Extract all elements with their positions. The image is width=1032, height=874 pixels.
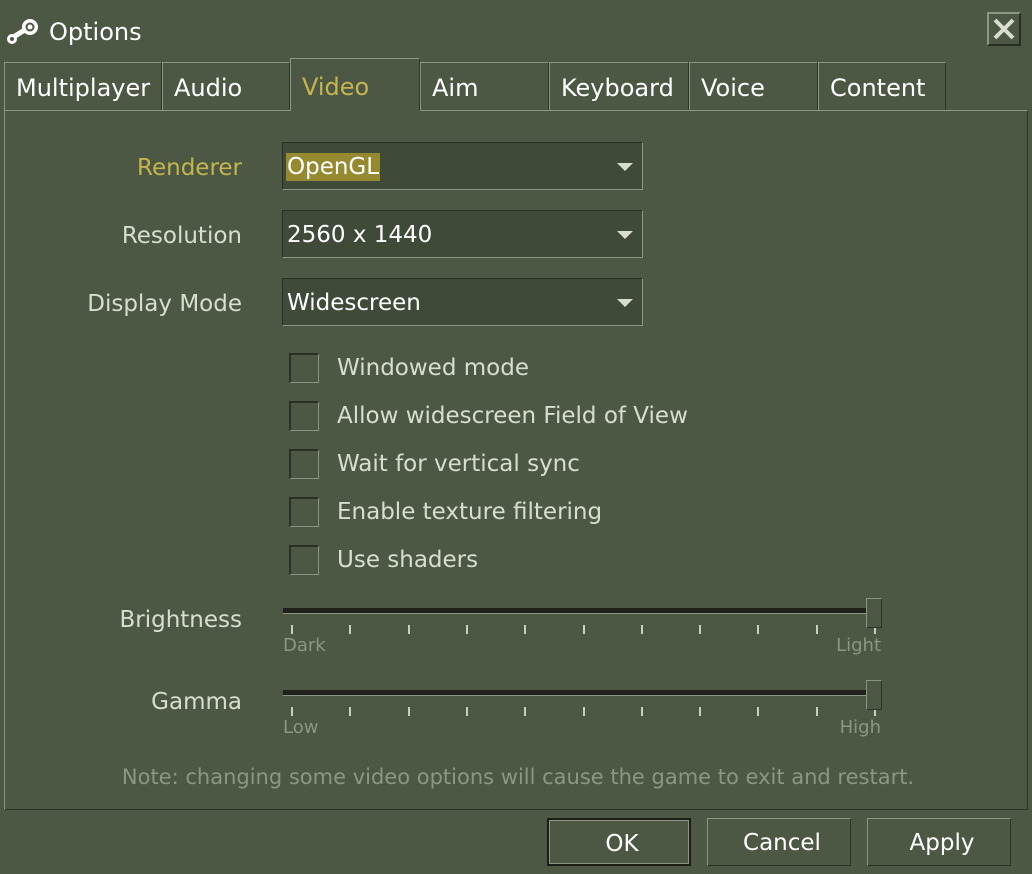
slider-tick [349, 625, 351, 634]
gamma-min-label: Low [283, 717, 319, 738]
slider-tick [699, 625, 701, 634]
texture-filtering-label: Enable texture filtering [337, 499, 603, 525]
slider-tick [291, 625, 293, 634]
renderer-value: OpenGL [286, 153, 381, 181]
chevron-down-icon [617, 299, 633, 307]
tab-bar: Multiplayer Audio Video Aim Keyboard Voi… [0, 58, 1032, 111]
tab-multiplayer[interactable]: Multiplayer [4, 62, 162, 110]
use-shaders-label: Use shaders [337, 547, 479, 573]
slider-track[interactable] [283, 690, 875, 696]
close-button[interactable] [987, 12, 1021, 46]
slider-thumb[interactable] [866, 598, 882, 628]
vsync-label: Wait for vertical sync [337, 451, 580, 477]
display-mode-dropdown[interactable]: Widescreen [282, 278, 643, 326]
vsync-checkbox[interactable] [289, 449, 319, 479]
resolution-dropdown[interactable]: 2560 x 1440 [282, 210, 643, 258]
renderer-label: Renderer [137, 155, 242, 181]
slider-tick [699, 707, 701, 716]
brightness-label: Brightness [119, 607, 242, 633]
apply-button[interactable]: Apply [867, 818, 1011, 866]
tab-aim[interactable]: Aim [420, 62, 549, 110]
chevron-down-icon [617, 163, 633, 171]
brightness-max-label: Light [836, 635, 881, 656]
brightness-slider[interactable]: Dark Light [283, 598, 883, 668]
widescreen-fov-label: Allow widescreen Field of View [337, 403, 688, 429]
slider-tick [408, 707, 410, 716]
windowed-mode-checkbox[interactable] [289, 353, 319, 383]
brightness-min-label: Dark [283, 635, 326, 656]
slider-tick [524, 707, 526, 716]
resolution-label: Resolution [121, 223, 242, 249]
gamma-label: Gamma [151, 689, 242, 715]
windowed-mode-label: Windowed mode [337, 355, 529, 381]
slider-tick [349, 707, 351, 716]
slider-tick [466, 625, 468, 634]
slider-tick [641, 625, 643, 634]
renderer-dropdown[interactable]: OpenGL [282, 142, 643, 190]
slider-tick [583, 625, 585, 634]
resolution-value: 2560 x 1440 [287, 222, 433, 248]
tab-content[interactable]: Content [818, 62, 946, 110]
slider-tick [757, 707, 759, 716]
title-bar: Options [0, 0, 1032, 58]
slider-tick [641, 707, 643, 716]
display-mode-label: Display Mode [87, 291, 242, 317]
gamma-max-label: High [839, 717, 881, 738]
display-mode-value: Widescreen [287, 290, 421, 316]
slider-tick [524, 625, 526, 634]
tab-keyboard[interactable]: Keyboard [549, 62, 689, 110]
slider-tick [583, 707, 585, 716]
cancel-button[interactable]: Cancel [707, 818, 851, 866]
tab-audio[interactable]: Audio [162, 62, 290, 110]
ok-button[interactable]: OK [547, 818, 691, 866]
slider-tick [816, 625, 818, 634]
steam-icon [6, 16, 40, 46]
slider-thumb[interactable] [866, 680, 882, 710]
use-shaders-checkbox[interactable] [289, 545, 319, 575]
tab-video[interactable]: Video [290, 58, 420, 111]
window-title: Options [49, 18, 142, 46]
gamma-slider[interactable]: Low High [283, 680, 883, 750]
slider-tick [757, 625, 759, 634]
tab-voice[interactable]: Voice [689, 62, 818, 110]
slider-tick [816, 707, 818, 716]
widescreen-fov-checkbox[interactable] [289, 401, 319, 431]
slider-tick [291, 707, 293, 716]
texture-filtering-checkbox[interactable] [289, 497, 319, 527]
slider-tick [408, 625, 410, 634]
restart-note: Note: changing some video options will c… [121, 765, 915, 789]
slider-track[interactable] [283, 608, 875, 614]
chevron-down-icon [617, 231, 633, 239]
slider-tick [466, 707, 468, 716]
